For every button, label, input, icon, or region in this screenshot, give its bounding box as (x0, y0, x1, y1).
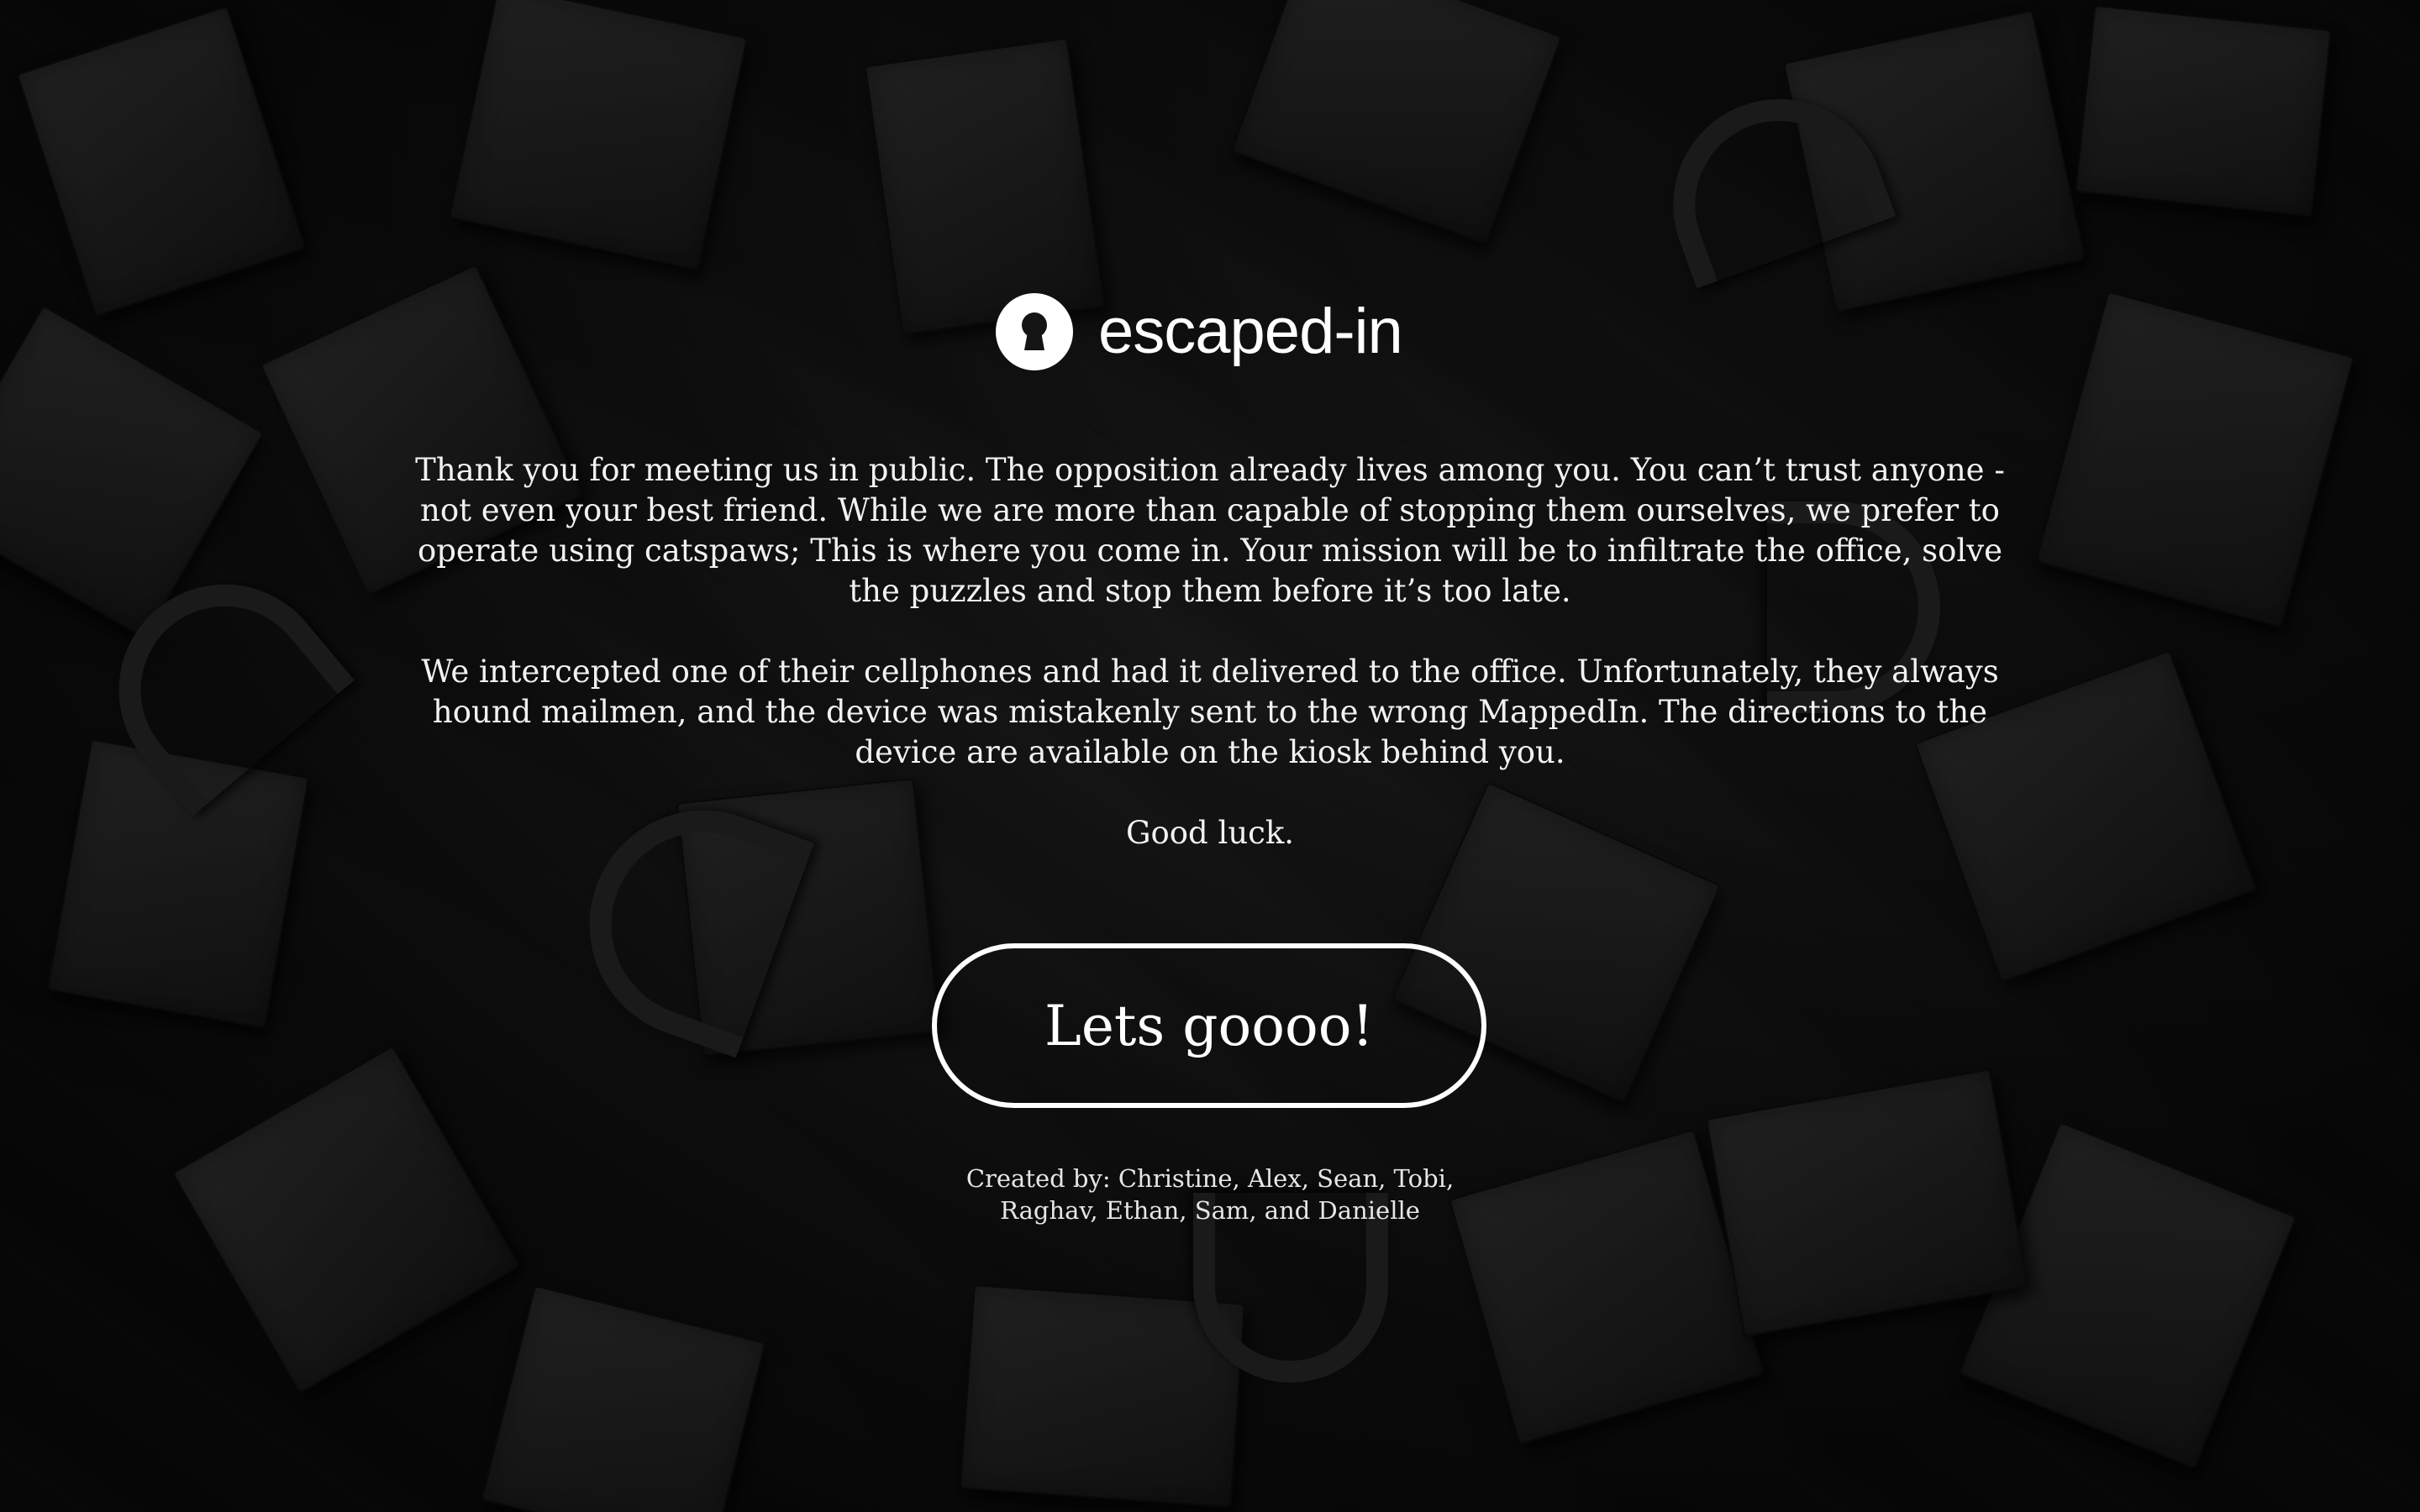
brand-header: escaped-in (996, 290, 1403, 374)
intro-page: escaped-in Thank you for meeting us in p… (0, 0, 2420, 1512)
briefing-paragraph-2: We intercepted one of their cellphones a… (421, 654, 1999, 770)
credits-line-1: Created by: Christine, Alex, Sean, Tobi, (965, 1164, 1455, 1193)
start-button[interactable]: Lets goooo! (932, 943, 1486, 1108)
credits: Created by: Christine, Alex, Sean, Tobi,… (874, 1163, 1546, 1226)
mission-briefing: Thank you for meeting us in public. The … (412, 450, 2008, 894)
briefing-paragraph-1: Thank you for meeting us in public. The … (415, 452, 2005, 609)
briefing-sign-off: Good luck. (1125, 815, 1295, 851)
credits-line-2: Raghav, Ethan, Sam, and Danielle (1000, 1196, 1420, 1225)
keyhole-icon (996, 293, 1073, 370)
brand-name: escaped-in (1098, 296, 1403, 367)
